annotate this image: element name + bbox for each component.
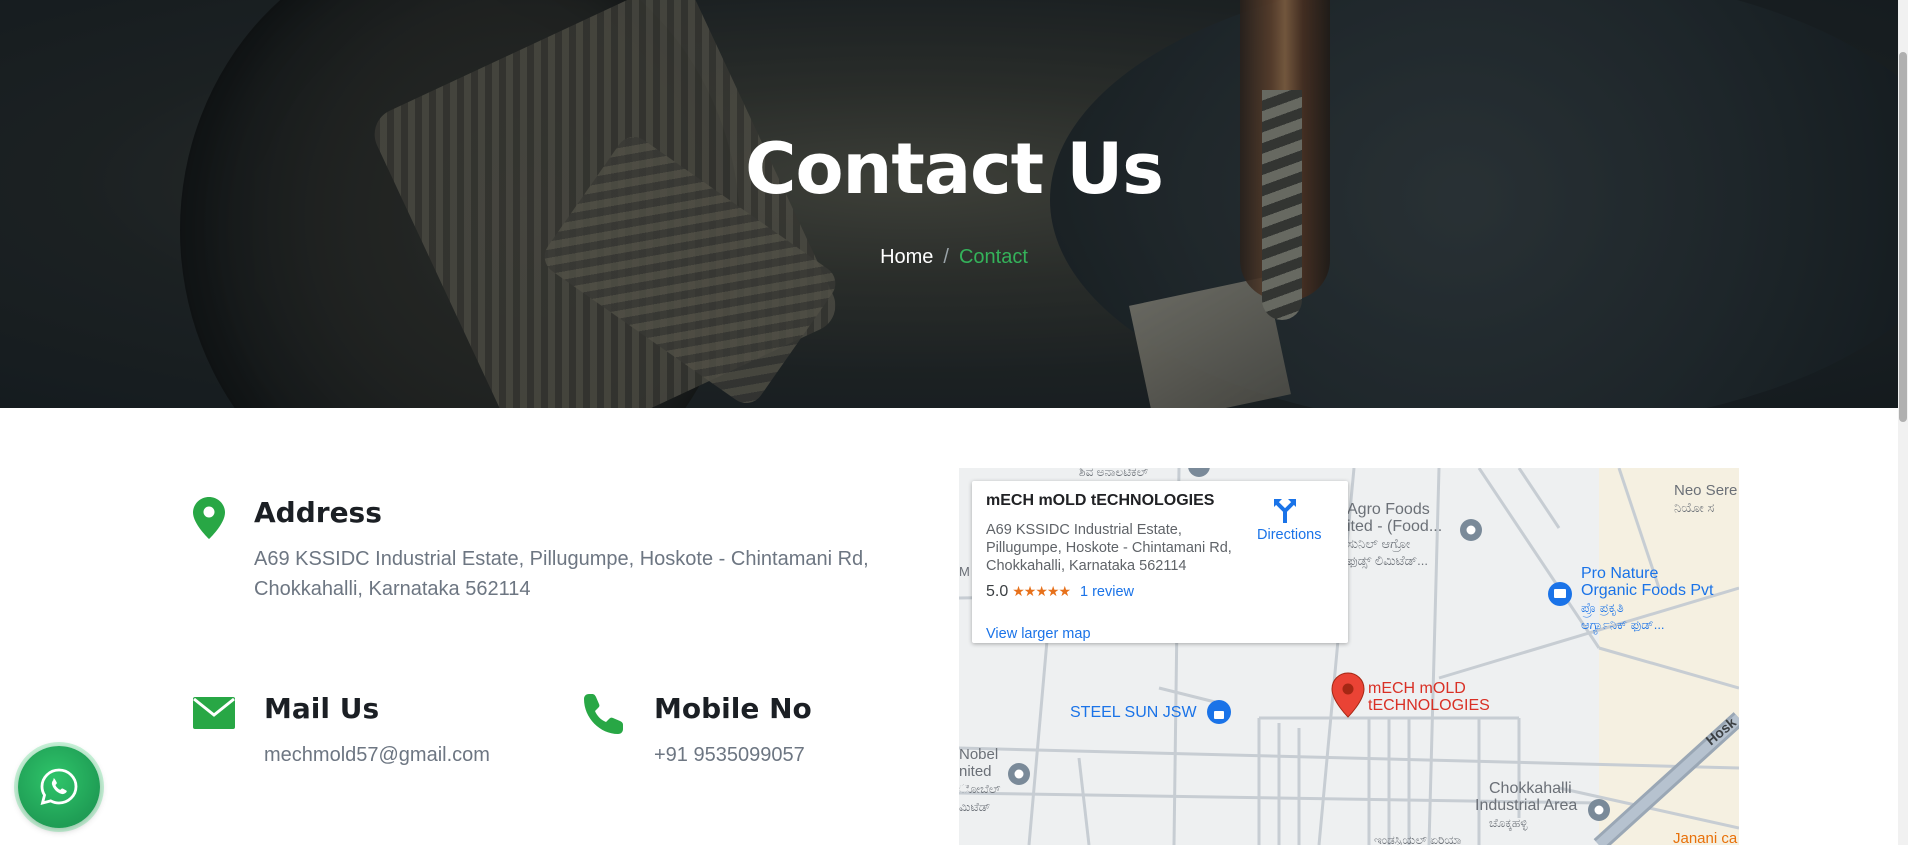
map-label-janani: Janani ca [1673,830,1738,845]
map-rating-value: 5.0 [986,583,1009,600]
map-pin-icon [193,497,225,539]
map-rating-stars: ★★★★★ [1012,583,1071,599]
breadcrumb: Home / Contact [0,246,1908,269]
map-place-address: A69 KSSIDC Industrial Estate, Pillugumpe… [986,522,1232,574]
map-marker-label: mECH mOLD tECHNOLOGIES [1368,680,1490,714]
map-place-card: mECH mOLD tECHNOLOGIES A69 KSSIDC Indust… [972,481,1348,643]
map-label-left-edge: M [959,564,970,579]
address-text: A69 KSSIDC Industrial Estate, Pillugumpe… [254,548,869,600]
address-title: Address [254,496,382,529]
view-larger-map-link[interactable]: View larger map [986,626,1091,642]
directions-icon[interactable] [1272,497,1298,523]
breadcrumb-current: Contact [958,246,1028,268]
phone-icon [584,694,623,734]
map-place-name: mECH mOLD tECHNOLOGIES [986,492,1215,509]
directions-link[interactable]: Directions [1257,527,1321,543]
map-label-nobel: Nobel nitedೋಬೆಲ್ ಮಿಟೆಡ್ [959,746,1001,814]
mail-title: Mail Us [264,692,380,725]
breadcrumb-separator: / [943,246,949,268]
scrollbar-thumb[interactable] [1899,52,1907,422]
map-label-neo-sere: Neo Sere ನಿಯೋ ಸ [1674,482,1738,515]
map-label-bottom: ಇಂಡಸ್ಟ್ರಿಯಲ್ ಏರಿಯಾ [1374,833,1462,845]
mobile-text[interactable]: +91 9535099057 [654,740,805,770]
mail-text[interactable]: mechmold57@gmail.com [264,740,490,770]
map-label-top: ಶಿವ ಅನಾಲಟಿಕಲ್ [1079,468,1149,479]
whatsapp-icon [40,768,78,805]
page-title: Contact Us [745,128,1164,210]
map-label-pro-nature: Pro Nature Organic Foods Pvt ಪ್ರೊ ಪ್ರಕೃತಿ ಆ… [1581,565,1714,632]
map-rating: 5.0 ★★★★★ 1 review [986,583,1134,601]
page-scrollbar[interactable] [1898,0,1908,845]
whatsapp-button[interactable] [18,746,100,828]
map-label-agro-foods: Agro Foods ited - (Food... ಸುನಿಲ್ ಆಗ್ರೋ ಫುಡ… [1347,501,1443,568]
mobile-title: Mobile No [654,692,812,725]
map-label-chokkahalli: Chokkahalli Industrial Area ಚೊಕ್ಕಹಳ್ಳಿ [1475,780,1578,830]
map-label-steel-sun: STEEL SUN JSW [1070,704,1197,721]
google-map-embed[interactable]: mECH mOLD tECHNOLOGIES STEEL SUN JSW Agro… [959,468,1739,845]
breadcrumb-home-link[interactable]: Home [880,246,933,268]
map-reviews-link[interactable]: 1 review [1080,584,1134,600]
envelope-icon [193,697,235,729]
